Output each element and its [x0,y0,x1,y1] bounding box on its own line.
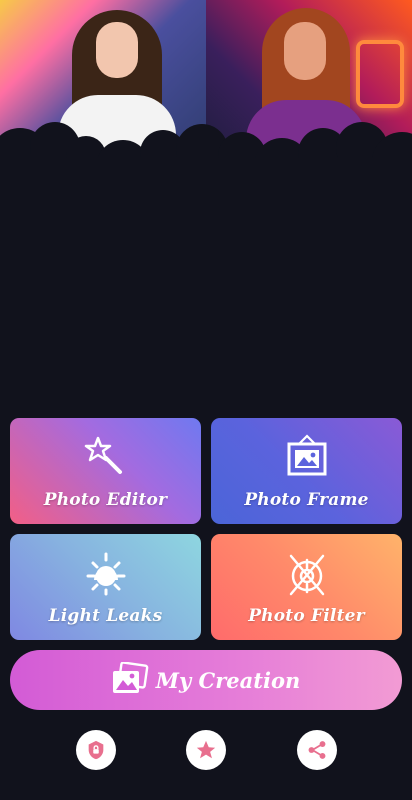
star-icon [196,740,216,759]
photo-filter-card[interactable]: Photo Filter [211,534,402,640]
magic-wand-icon [84,436,122,474]
my-creation-button[interactable]: My Creation [10,650,402,710]
photo-frame-card[interactable]: Photo Frame [211,418,402,524]
rate-button[interactable] [186,730,226,770]
picture-frame-icon [287,434,326,476]
cloud-border [0,118,412,175]
light-leaks-card[interactable]: Light Leaks [10,534,201,640]
shield-lock-icon [88,740,104,760]
person-left-face [96,22,138,78]
photo-editor-label: Photo Editor [43,490,168,510]
aperture-icon [289,554,324,596]
light-leaks-label: Light Leaks [48,606,163,626]
neon-sign [356,40,404,108]
photos-stack-icon [113,662,149,693]
share-icon [308,741,326,759]
share-button[interactable] [297,730,337,770]
photo-filter-label: Photo Filter [248,606,365,626]
sun-icon [86,552,125,596]
privacy-button[interactable] [76,730,116,770]
photo-frame-label: Photo Frame [244,490,369,510]
my-creation-label: My Creation [155,667,301,693]
hero-banner [0,0,412,175]
photo-editor-card[interactable]: Photo Editor [10,418,201,524]
person-right-face [284,22,326,80]
